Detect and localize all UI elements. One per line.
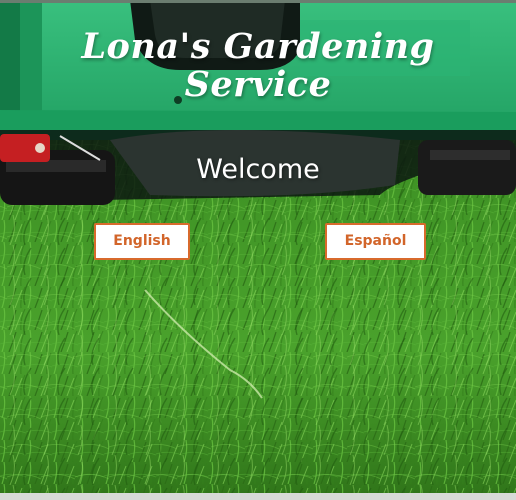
spanish-language-button[interactable]: Español (325, 223, 426, 260)
splash-content: Lona's Gardening Service Welcome English… (0, 0, 516, 500)
title-line-2: Service (184, 64, 332, 105)
title-line-1: Lona's Gardening (81, 26, 435, 67)
page-title: Lona's Gardening Service (0, 28, 516, 104)
welcome-heading: Welcome (196, 154, 320, 185)
english-language-button[interactable]: English (94, 223, 190, 260)
